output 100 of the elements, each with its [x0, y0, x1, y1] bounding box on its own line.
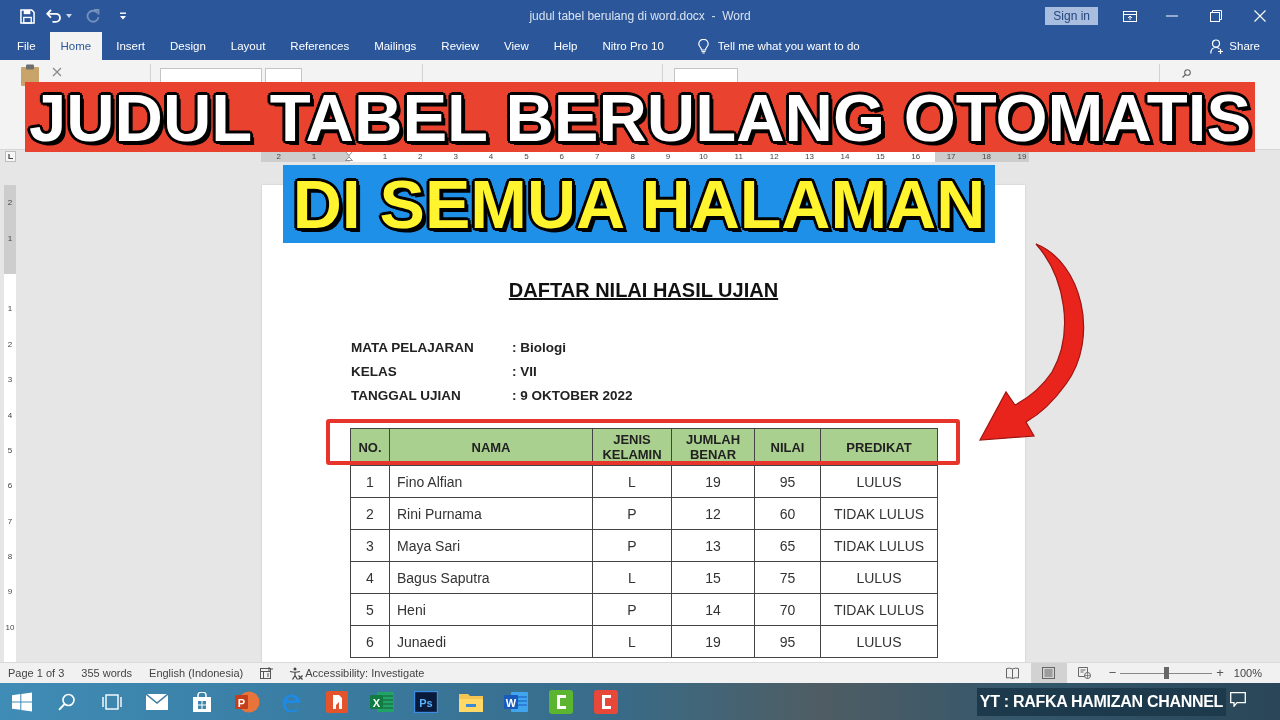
ribbon-tab[interactable]: File: [6, 32, 47, 60]
table-cell: P: [592, 497, 672, 530]
info-value: : Biologi: [512, 339, 566, 357]
table-cell: 65: [754, 529, 821, 562]
ruler-number: 19: [1017, 152, 1027, 161]
language-indicator[interactable]: English (Indonesia): [149, 667, 244, 679]
ruler-number: 8: [630, 152, 635, 161]
table-cell: 13: [671, 529, 755, 562]
share-button[interactable]: Share: [1208, 32, 1262, 60]
accessibility-status[interactable]: Accessibility: Investigate: [305, 667, 425, 679]
add-person-icon: [1210, 38, 1225, 54]
ribbon-tab[interactable]: View: [493, 32, 540, 60]
ribbon-tab[interactable]: Insert: [105, 32, 156, 60]
table-cell: Rini Purnama: [389, 497, 593, 530]
ribbon-tab[interactable]: Design: [159, 32, 217, 60]
zoom-out-button[interactable]: −: [1108, 666, 1117, 680]
tab-stop-selector-icon[interactable]: [5, 151, 16, 162]
table-cell: 4: [350, 561, 390, 594]
shopping-bag-icon[interactable]: [192, 691, 212, 712]
info-value: : 9 OKTOBER 2022: [512, 387, 633, 405]
restore-icon[interactable]: [1210, 10, 1222, 22]
caret-icon[interactable]: [66, 14, 72, 18]
page-count[interactable]: Page 1 of 3: [8, 667, 65, 679]
scissors-icon[interactable]: [52, 67, 62, 77]
ribbon-tab[interactable]: Nitro Pro 10: [591, 32, 675, 60]
table-cell: 15: [671, 561, 755, 594]
save-icon[interactable]: [20, 8, 35, 24]
table-cell: 19: [671, 465, 755, 498]
ruler-number: 1: [382, 152, 388, 161]
ruler-number: 10: [5, 622, 15, 632]
lightbulb-icon: [697, 38, 709, 54]
open-book-icon: [1006, 667, 1020, 679]
ribbon-display-icon[interactable]: [1123, 10, 1137, 22]
indent-marker-icon[interactable]: [345, 151, 354, 162]
table-cell: TIDAK LULUS: [820, 497, 938, 530]
table-cell: LULUS: [820, 561, 938, 594]
ruler-number: 14: [840, 152, 850, 161]
stacked-windows-icon[interactable]: [102, 693, 123, 710]
table-cell: Maya Sari: [389, 529, 593, 562]
undo-icon[interactable]: [46, 9, 62, 23]
channel-label: YT : RAFKA HAMIZAN CHANNEL: [976, 687, 1226, 716]
ruler-number: 2: [7, 339, 13, 349]
web-page-icon: [1078, 667, 1092, 679]
close-icon[interactable]: [1254, 10, 1266, 22]
table-cell: 2: [350, 497, 390, 530]
table-cell: Fino Alfian: [389, 465, 593, 498]
ruler-number: 17: [946, 152, 956, 161]
ruler-number: 13: [805, 152, 814, 161]
notification-icon[interactable]: [1230, 692, 1246, 707]
folder-icon[interactable]: [459, 691, 484, 712]
page-grid-icon[interactable]: [260, 667, 274, 679]
zoom-in-button[interactable]: +: [1216, 666, 1224, 680]
ruler-number: 4: [488, 152, 494, 161]
ps-tile-icon[interactable]: Ps: [414, 690, 439, 713]
ruler-number: 6: [559, 152, 565, 161]
tell-me-field[interactable]: Tell me what you want to do: [717, 40, 890, 52]
document-tile-icon[interactable]: [325, 690, 348, 713]
ribbon-tab[interactable]: References: [279, 32, 361, 60]
word-count[interactable]: 355 words: [81, 667, 133, 679]
ruler-number: 12: [769, 152, 779, 161]
ribbon-tab[interactable]: Help: [542, 32, 589, 60]
ruler-number: 18: [982, 152, 991, 161]
banner-heading: JUDUL TABEL BERULANG OTOMATIS: [28, 83, 1252, 151]
ribbon-tab[interactable]: Mailings: [363, 32, 428, 60]
ribbon-tab[interactable]: Review: [430, 32, 491, 60]
ruler-number: 16: [911, 152, 921, 161]
table-cell: 60: [754, 497, 821, 530]
table-cell: LULUS: [820, 465, 938, 498]
ruler-number: 7: [595, 152, 600, 161]
table-cell: 95: [754, 625, 821, 658]
table-cell: L: [592, 561, 672, 594]
table-cell: TIDAK LULUS: [820, 529, 938, 562]
table-cell: 6: [350, 625, 390, 658]
view-button[interactable]: [1030, 663, 1067, 683]
accessibility-icon[interactable]: [289, 666, 304, 680]
window-panes-icon[interactable]: [12, 691, 33, 712]
sign-in-button[interactable]: Sign in: [1045, 7, 1098, 25]
dropdown-caret-icon[interactable]: [119, 12, 127, 20]
c-tile-icon[interactable]: [549, 689, 574, 714]
ruler-number: 4: [7, 410, 13, 420]
banner-heading: DI SEMUA HALAMAN: [292, 170, 986, 238]
ruler-number: 2: [418, 152, 423, 161]
ruler-number: 3: [7, 375, 13, 385]
mail-icon[interactable]: [146, 693, 169, 710]
zoom-level[interactable]: 100%: [1233, 667, 1262, 679]
ruler-number: 9: [665, 152, 671, 161]
document-title: DAFTAR NILAI HASIL UJIAN: [507, 279, 780, 302]
ribbon-tab[interactable]: Layout: [219, 32, 277, 60]
search-icon[interactable]: [1182, 69, 1191, 78]
c-tile-icon[interactable]: [594, 689, 618, 714]
ruler-number: 8: [7, 552, 13, 562]
search-icon[interactable]: [58, 692, 77, 711]
info-label: MATA PELAJARAN: [351, 339, 474, 357]
info-value: : VII: [512, 363, 537, 381]
ruler-number: 2: [276, 152, 281, 161]
ruler-number: 7: [7, 516, 13, 526]
ribbon-tab[interactable]: Home: [49, 32, 103, 60]
table-cell: 19: [671, 625, 755, 658]
slider-thumb[interactable]: [1163, 666, 1169, 679]
table-cell: 75: [754, 561, 821, 594]
